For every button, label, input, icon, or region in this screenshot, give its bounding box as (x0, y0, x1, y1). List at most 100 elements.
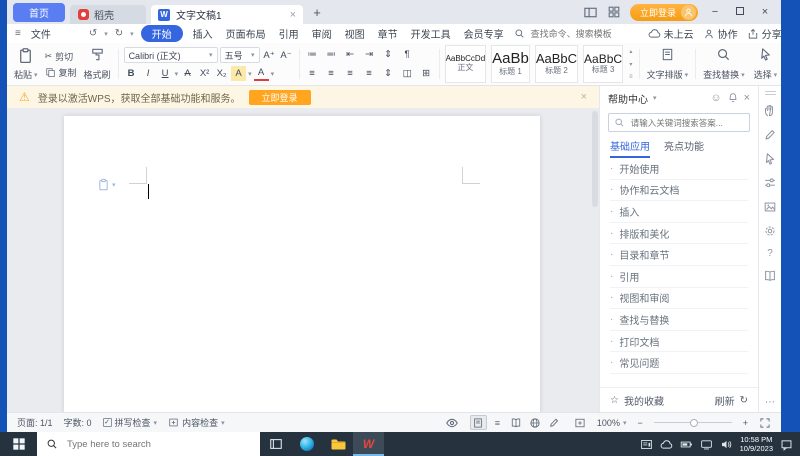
underline-caret-icon[interactable]: ▾ (175, 70, 179, 78)
image-tool-icon[interactable] (763, 200, 777, 214)
justify-icon[interactable]: ≡ (362, 66, 377, 81)
zoom-slider-knob[interactable] (689, 418, 698, 427)
menu-file[interactable]: 文件 (28, 26, 54, 41)
subscript-button[interactable]: X₂ (214, 66, 229, 81)
font-name-select[interactable]: Calibri (正文) ▾ (123, 47, 218, 63)
redo-icon[interactable]: ↻ (115, 28, 123, 39)
zoom-slider[interactable] (653, 418, 732, 427)
cursor-tool-icon[interactable] (763, 152, 777, 166)
italic-button[interactable]: I (141, 66, 156, 81)
font-color-button[interactable]: A (253, 66, 269, 81)
menu-dev-tools[interactable]: 开发工具 (408, 26, 454, 41)
help-item-print[interactable]: · 打印文档 (610, 331, 748, 353)
help-item-faq[interactable]: · 常见问题 (610, 352, 748, 374)
document-canvas[interactable]: ▾ (7, 108, 599, 412)
tray-battery-icon[interactable] (680, 438, 693, 451)
find-replace-button[interactable]: 查找替换 ▾ (701, 45, 747, 83)
help-search-box[interactable] (608, 113, 750, 132)
align-left-icon[interactable]: ≡ (305, 66, 320, 81)
spell-check-toggle[interactable]: ✓ 拼写检查 ▾ (102, 416, 157, 429)
font-color-caret-icon[interactable]: ▾ (271, 70, 275, 78)
text-layout-button[interactable]: 文字排版 ▾ (645, 45, 691, 83)
fit-page-icon[interactable] (574, 417, 586, 429)
menu-review[interactable]: 审阅 (309, 26, 335, 41)
notification-close-icon[interactable]: × (581, 91, 587, 103)
tab-basic-features[interactable]: 基础应用 (610, 138, 650, 158)
collaborate-button[interactable]: 协作 (703, 26, 738, 41)
paragraph-mark-icon[interactable]: ¶ (400, 47, 415, 62)
menu-page-layout[interactable]: 页面布局 (223, 26, 269, 41)
styles-scroll-down-icon[interactable]: ▾ (629, 61, 632, 68)
underline-button[interactable]: U (158, 66, 173, 81)
paste-button[interactable]: 粘贴 ▾ (12, 45, 40, 83)
superscript-button[interactable]: X² (197, 66, 212, 81)
docer-tab[interactable]: 稻壳 (70, 5, 146, 24)
help-item-get-started[interactable]: · 开始使用 (610, 158, 748, 180)
refresh-button[interactable]: 刷新 (715, 393, 735, 408)
help-item-insert[interactable]: · 插入 (610, 201, 748, 223)
edge-taskbar-button[interactable] (291, 432, 322, 456)
shrink-font-button[interactable]: A⁻ (279, 48, 294, 63)
sidebar-drag-handle[interactable] (764, 91, 776, 92)
cut-button[interactable]: ✂ 剪切 (45, 50, 77, 63)
web-view-button[interactable] (527, 415, 544, 430)
window-layout-icon[interactable] (583, 5, 598, 20)
action-center-icon[interactable] (780, 438, 793, 451)
login-button[interactable]: 立即登录 (629, 3, 698, 21)
new-tab-button[interactable]: + (308, 5, 326, 20)
zoom-in-button[interactable]: + (743, 418, 748, 428)
sort-icon[interactable]: ⇕ (381, 47, 396, 62)
help-search-input[interactable] (628, 116, 744, 129)
help-item-view-review[interactable]: · 视图和审阅 (610, 288, 748, 310)
decrease-indent-icon[interactable]: ⇤ (343, 47, 358, 62)
numbering-icon[interactable]: ≕ (324, 47, 339, 62)
select-button[interactable]: 选择 ▾ (752, 45, 780, 83)
wps-taskbar-button[interactable]: W (353, 432, 384, 456)
task-view-button[interactable] (260, 432, 291, 456)
styles-scroll-up-icon[interactable]: ▴ (629, 48, 632, 55)
maximize-button[interactable] (732, 6, 748, 18)
page-view-button[interactable] (469, 415, 487, 430)
explorer-taskbar-button[interactable] (322, 432, 353, 456)
help-item-collab-cloud[interactable]: · 协作和云文档 (610, 180, 748, 202)
format-painter-button[interactable]: 格式刷 (82, 45, 113, 83)
close-document-icon[interactable]: × (290, 9, 296, 21)
borders-icon[interactable]: ⊞ (419, 66, 434, 81)
style-heading3[interactable]: AaBbC 标题 3 (583, 45, 624, 83)
copy-button[interactable]: 复制 (45, 66, 77, 79)
taskbar-search[interactable] (37, 432, 260, 456)
grow-font-button[interactable]: A⁺ (262, 48, 277, 63)
help-panel-close-icon[interactable]: × (744, 92, 750, 104)
tray-widget-icon[interactable] (640, 438, 653, 451)
eye-protect-icon[interactable] (445, 416, 459, 430)
menu-view[interactable]: 视图 (342, 26, 368, 41)
zoom-out-button[interactable]: − (637, 418, 642, 428)
settings-sliders-icon[interactable] (763, 176, 777, 190)
paste-options-button[interactable]: ▾ (97, 178, 116, 191)
styles-gallery-more-icon[interactable]: ≡ (629, 74, 633, 80)
align-right-icon[interactable]: ≡ (343, 66, 358, 81)
content-check-toggle[interactable]: 内容检查 ▾ (168, 416, 225, 429)
shading-icon[interactable]: ◫ (400, 66, 415, 81)
bell-icon[interactable] (727, 92, 739, 104)
menu-references[interactable]: 引用 (276, 26, 302, 41)
taskbar-search-input[interactable] (65, 437, 235, 451)
hamburger-icon[interactable]: ≡ (15, 28, 21, 39)
style-normal[interactable]: AaBbCcDd 正文 (444, 45, 487, 83)
close-window-button[interactable]: × (757, 6, 773, 18)
feedback-smiley-icon[interactable]: ☺ (710, 92, 721, 104)
highlight-caret-icon[interactable]: ▾ (248, 70, 252, 78)
document-scrollbar[interactable] (592, 111, 598, 207)
cloud-status[interactable]: 未上云 (648, 26, 694, 41)
document-tab[interactable]: W 文字文稿1 × (151, 5, 303, 24)
document-page[interactable]: ▾ (64, 116, 540, 412)
taskbar-clock[interactable]: 10:58 PM 10/9/2023 (740, 435, 773, 454)
line-spacing-icon[interactable]: ⇕ (381, 66, 396, 81)
tray-speaker-icon[interactable] (720, 438, 733, 451)
book-icon[interactable] (763, 269, 777, 283)
outline-view-button[interactable]: ≡ (489, 415, 506, 430)
menu-insert[interactable]: 插入 (190, 26, 216, 41)
style-heading1[interactable]: AaBb 标题 1 (491, 45, 530, 83)
tab-highlight-features[interactable]: 亮点功能 (664, 138, 704, 158)
highlight-color-button[interactable]: A (231, 66, 247, 81)
